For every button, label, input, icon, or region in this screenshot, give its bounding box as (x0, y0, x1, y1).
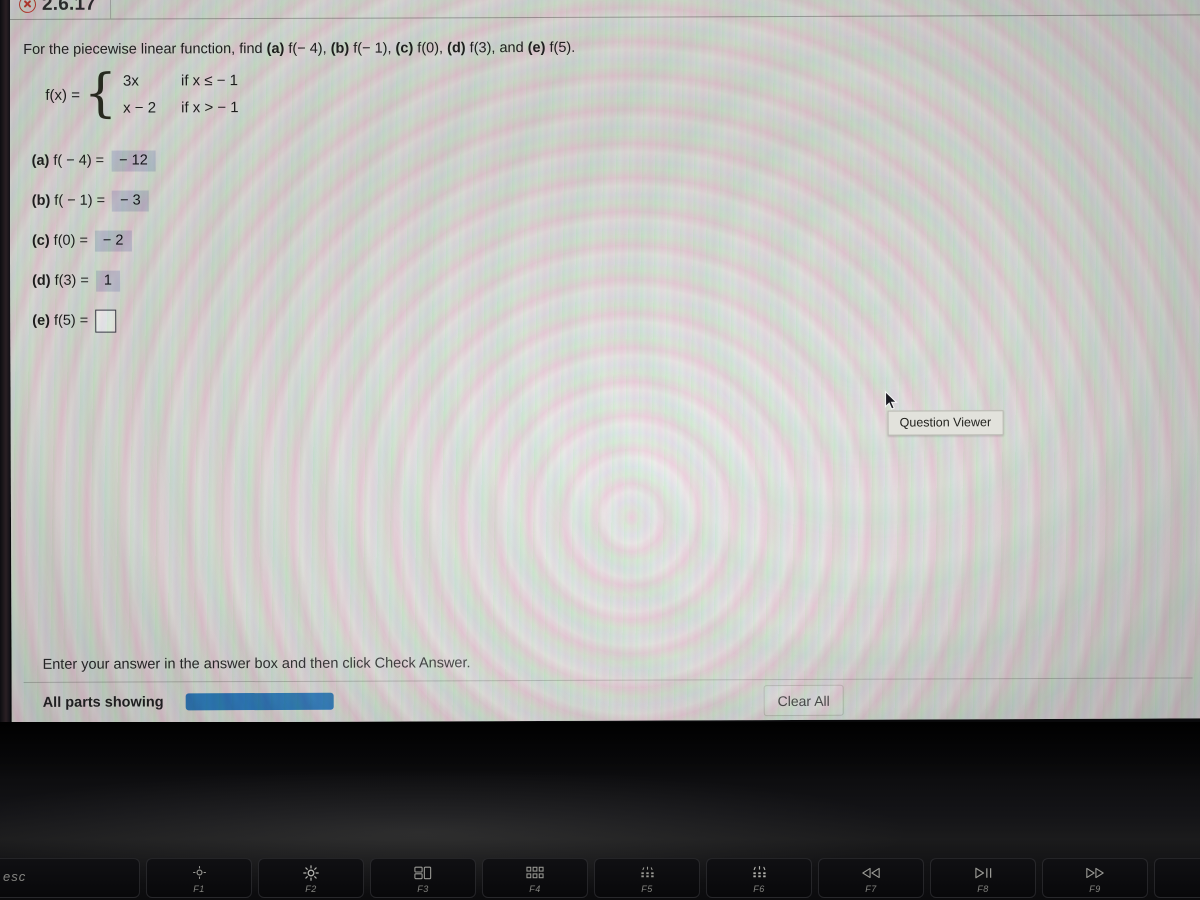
answer-b-value[interactable]: − 3 (112, 189, 149, 212)
answer-row-b: (b) f( − 1) = − 3 (32, 180, 156, 220)
parts-progress-bar[interactable] (185, 692, 334, 711)
instruction-text: Enter your answer in the answer box and … (42, 655, 471, 673)
key-f1[interactable]: F1 (146, 858, 252, 898)
case-1-condition: if x ≤ − 1 (180, 72, 239, 90)
answer-a-value[interactable]: − 12 (111, 149, 156, 172)
play-pause-icon (931, 865, 1035, 880)
key-f7[interactable]: F7 (818, 858, 924, 898)
red-circle-x-icon (18, 0, 37, 13)
key-f5-label: F5 (641, 884, 653, 894)
function-case-1: 3x if x ≤ − 1 (123, 72, 239, 89)
screen-bezel-left (0, 0, 10, 725)
prompt-prefix: For the piecewise linear function, find (23, 41, 267, 58)
answer-b-label: (b) (31, 192, 51, 209)
left-brace-glyph: { (83, 63, 118, 124)
question-viewer-tooltip: Question Viewer (887, 410, 1004, 436)
key-f2-label: F2 (305, 884, 317, 894)
question-prompt: For the piecewise linear function, find … (23, 40, 575, 58)
key-f2[interactable]: F2 (258, 858, 364, 898)
key-f8-label: F8 (977, 884, 989, 894)
fast-forward-icon (1043, 865, 1147, 880)
answer-a-equation: f( − 4) = (53, 152, 105, 169)
case-1-expression: 3x (122, 72, 139, 90)
answer-list: (a) f( − 4) = − 12 (b) f( − 1) = − 3 (c)… (32, 140, 157, 340)
answer-row-d: (d) f(3) = 1 (32, 260, 156, 300)
answer-d-equation: f(3) = (54, 272, 89, 289)
keyboard-backlight-down-icon (595, 865, 699, 880)
key-f6-label: F6 (753, 884, 765, 894)
prompt-part-c-expr: f(0), (413, 40, 448, 57)
key-f3[interactable]: F3 (370, 858, 476, 898)
all-parts-showing-label: All parts showing (42, 694, 164, 711)
prompt-part-b-label: (b) (330, 40, 350, 57)
mission-control-icon (371, 865, 475, 880)
key-f1-label: F1 (193, 884, 205, 894)
case-2-condition: if x > − 1 (181, 99, 239, 117)
function-cases: 3x if x ≤ − 1 x − 2 if x > − 1 (123, 72, 239, 116)
question-tab[interactable]: 2.6.17 (12, 0, 112, 19)
prompt-part-e-expr: f(5). (545, 39, 576, 56)
keyboard-backlight-up-icon (707, 865, 811, 880)
question-tab-label: 2.6.17 (41, 0, 97, 15)
prompt-part-a-expr: f(− 4), (284, 40, 331, 57)
footer-toolbar: All parts showing Clear All (24, 678, 1193, 723)
launchpad-icon (483, 865, 587, 880)
rewind-icon (819, 865, 923, 880)
prompt-part-d-expr: f(3), and (465, 40, 528, 57)
prompt-part-d-label: (d) (447, 40, 466, 57)
key-f3-label: F3 (417, 884, 429, 894)
function-case-2: x − 2 if x > − 1 (123, 99, 239, 116)
prompt-part-a-label: (a) (266, 40, 285, 58)
key-f4-label: F4 (529, 884, 541, 894)
key-f9[interactable]: F9 (1042, 858, 1148, 898)
prompt-part-c-label: (c) (395, 40, 414, 57)
answer-row-c: (c) f(0) = − 2 (32, 220, 156, 260)
prompt-part-e-label: (e) (527, 39, 546, 57)
laptop-screen: 2.6.17 For the piecewise linear function… (9, 0, 1200, 723)
key-f7-label: F7 (865, 884, 877, 894)
question-panel: For the piecewise linear function, find … (9, 16, 1200, 723)
key-f4[interactable]: F4 (482, 858, 588, 898)
answer-c-equation: f(0) = (53, 232, 88, 249)
key-f8[interactable]: F8 (930, 858, 1036, 898)
answer-e-equation: f(5) = (53, 312, 89, 329)
brightness-up-icon (259, 864, 363, 881)
answer-d-value[interactable]: 1 (95, 270, 120, 292)
function-label: f(x) = (45, 86, 80, 104)
answer-row-a: (a) f( − 4) = − 12 (32, 140, 156, 180)
function-key-row: esc F1 F2 F3 F4 F5 F6 F7 F8 F9 (0, 858, 1200, 900)
laptop-keyboard-deck: esc F1 F2 F3 F4 F5 F6 F7 F8 F9 (0, 722, 1200, 900)
answer-a-label: (a) (31, 152, 50, 169)
answer-e-input[interactable] (95, 309, 117, 333)
answer-e-label: (e) (32, 312, 50, 329)
answer-b-equation: f( − 1) = (54, 192, 106, 209)
case-2-expression: x − 2 (123, 99, 157, 117)
key-esc-label: esc (3, 869, 27, 884)
piecewise-function-definition: f(x) = { 3x if x ≤ − 1 x − 2 if x > − 1 (45, 63, 239, 124)
clear-all-button[interactable]: Clear All (763, 684, 844, 717)
brightness-down-icon (147, 865, 251, 880)
answer-row-e: (e) f(5) = (32, 300, 156, 340)
answer-d-label: (d) (32, 272, 51, 289)
key-esc[interactable]: esc (0, 858, 140, 898)
answer-c-label: (c) (31, 232, 50, 249)
key-f5[interactable]: F5 (594, 858, 700, 898)
key-f10-partial[interactable] (1154, 858, 1200, 898)
answer-c-value[interactable]: − 2 (94, 230, 132, 252)
laptop-photo: 2.6.17 For the piecewise linear function… (0, 0, 1200, 900)
prompt-part-b-expr: f(− 1), (349, 40, 396, 57)
key-f6[interactable]: F6 (706, 858, 812, 898)
key-f9-label: F9 (1089, 884, 1101, 894)
